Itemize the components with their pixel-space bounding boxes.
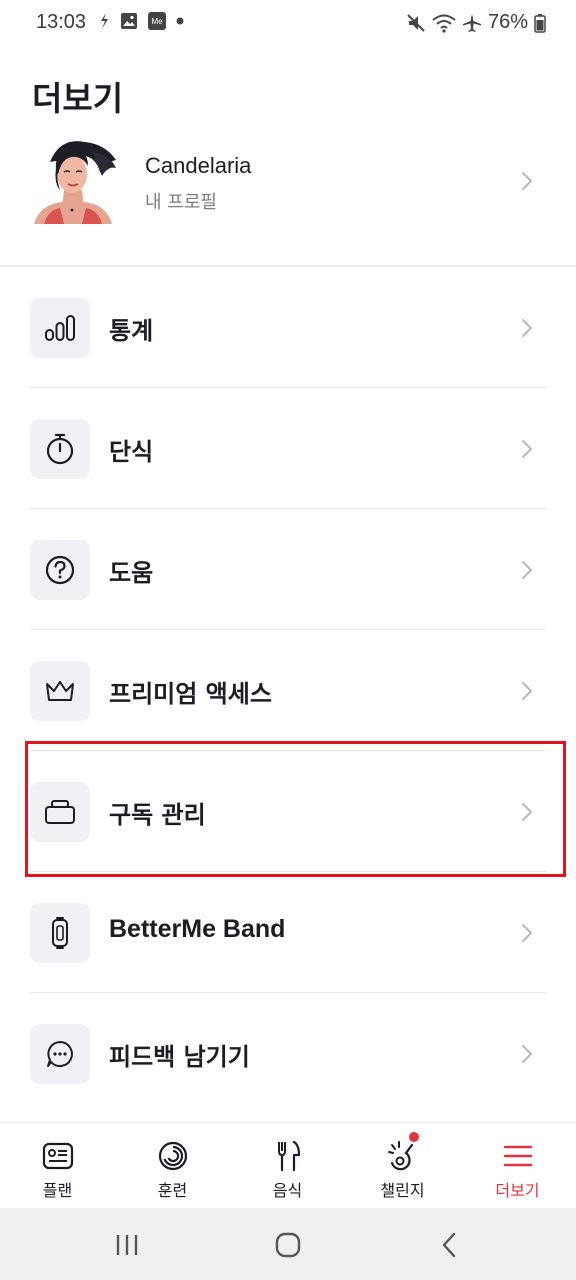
menu-item-premium[interactable]: 프리미엄 액세스: [30, 630, 546, 751]
nav-tab-food[interactable]: 음식: [230, 1123, 345, 1209]
help-icon: [45, 555, 75, 585]
highlight-box: [25, 741, 566, 877]
page-title: 더보기: [32, 79, 124, 118]
wifi-icon: [432, 14, 456, 33]
dot-icon: [176, 17, 184, 25]
image-icon: [121, 13, 137, 29]
recent-apps-icon[interactable]: [112, 1230, 142, 1260]
menu-item-band[interactable]: BetterMe Band: [30, 872, 546, 993]
nav-label: 챌린지: [380, 1181, 425, 1200]
chevron-right-icon: [522, 561, 532, 579]
menu-item-label: 프리미엄 액세스: [109, 680, 272, 708]
profile-row[interactable]: Candelaria 내 프로필: [0, 120, 576, 250]
menu-item-stats[interactable]: 통계: [30, 267, 546, 388]
stats-bars-icon: [45, 315, 75, 341]
menu-icon: [503, 1145, 532, 1167]
battery-icon: [534, 13, 546, 33]
system-nav-bar: [0, 1208, 576, 1280]
fitness-band-icon: [52, 917, 68, 949]
back-icon[interactable]: [435, 1230, 465, 1260]
chat-bubble-icon: [47, 1041, 73, 1067]
menu-item-label: 통계: [109, 317, 154, 345]
menu-item-fasting[interactable]: 단식: [30, 388, 546, 509]
menu-item-feedback[interactable]: 피드백 남기기: [30, 993, 546, 1114]
fork-knife-icon: [277, 1140, 300, 1172]
battery-percent: 76%: [487, 11, 528, 33]
challenge-icon: [387, 1141, 413, 1171]
me-app-icon: Me: [148, 12, 166, 30]
chevron-right-icon: [522, 319, 532, 337]
chevron-right-icon: [522, 1045, 532, 1063]
chevron-right-icon: [522, 440, 532, 458]
nav-tab-more[interactable]: 더보기: [460, 1123, 575, 1209]
training-icon: [158, 1141, 187, 1171]
chevron-right-icon: [522, 924, 532, 942]
nav-label: 더보기: [495, 1181, 540, 1200]
notification-badge: [407, 1130, 421, 1144]
crown-icon: [46, 681, 74, 701]
chevron-right-icon: [522, 172, 532, 190]
menu-item-label: BetterMe Band: [109, 915, 286, 943]
airplane-icon: [462, 13, 481, 32]
plan-icon: [42, 1142, 73, 1170]
menu-item-label: 피드백 남기기: [109, 1043, 250, 1071]
nav-tab-plan[interactable]: 플랜: [0, 1123, 115, 1209]
menu-item-label: 단식: [109, 438, 154, 466]
nav-label: 훈련: [157, 1181, 188, 1200]
menu-item-help[interactable]: 도움: [30, 509, 546, 630]
sync-icon: [101, 13, 108, 29]
status-bar: 13:03 Me 76%: [0, 0, 576, 46]
home-icon[interactable]: [273, 1230, 303, 1260]
chevron-right-icon: [522, 682, 532, 700]
bottom-nav: 플랜 훈련 음식 챌린지 더보기: [0, 1122, 576, 1208]
profile-subtitle: 내 프로필: [145, 192, 217, 213]
nav-label: 플랜: [42, 1181, 73, 1200]
stopwatch-icon: [46, 433, 74, 465]
mute-icon: [407, 13, 425, 32]
avatar: [31, 141, 116, 226]
nav-label: 음식: [272, 1181, 303, 1200]
status-time: 13:03: [36, 11, 87, 33]
profile-name: Candelaria: [145, 153, 252, 178]
menu-item-label: 도움: [109, 559, 154, 587]
nav-tab-training[interactable]: 훈련: [115, 1123, 230, 1209]
nav-tab-challenge[interactable]: 챌린지: [345, 1123, 460, 1209]
